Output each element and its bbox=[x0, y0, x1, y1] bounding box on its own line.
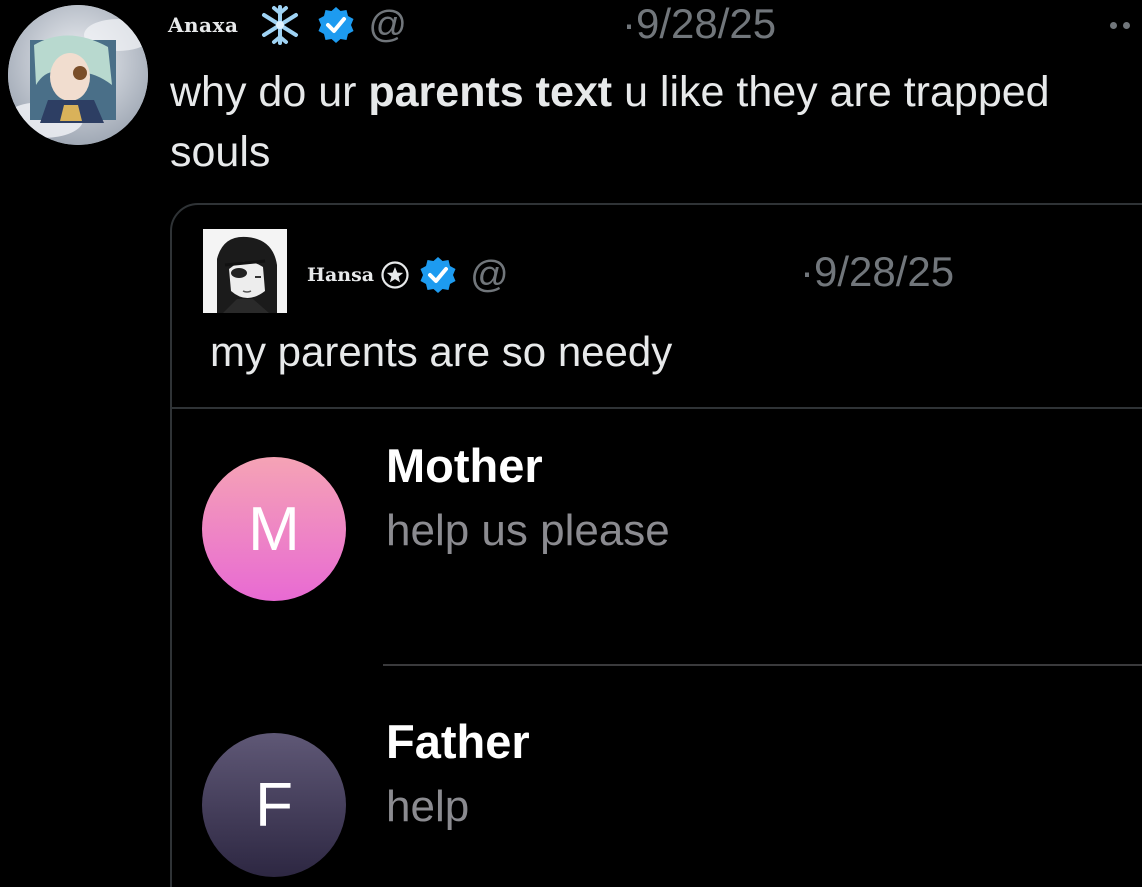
tweet-header: Anaxa @ bbox=[168, 4, 407, 46]
author-display-name[interactable]: Anaxa bbox=[168, 13, 238, 37]
quoted-author-handle[interactable]: @ bbox=[470, 254, 509, 297]
quote-tweet-timestamp[interactable]: ·9/28/25 bbox=[800, 248, 954, 296]
tweet-text-bold: parents text bbox=[368, 68, 613, 116]
author-handle[interactable]: @ bbox=[368, 4, 407, 47]
tweet-timestamp[interactable]: ·9/28/25 bbox=[622, 0, 776, 48]
quote-tweet-header: Hansa @ bbox=[307, 253, 509, 297]
verified-badge-icon bbox=[316, 5, 356, 45]
message-preview-father: help bbox=[386, 782, 470, 831]
tweet-text-part: why do ur bbox=[170, 68, 369, 116]
quoted-author-display-name[interactable]: Hansa bbox=[307, 264, 374, 286]
anime-character-avatar-image bbox=[8, 5, 148, 145]
more-options-icon[interactable] bbox=[1110, 22, 1130, 29]
quoted-author-avatar[interactable] bbox=[203, 229, 287, 313]
contact-avatar-mother: M bbox=[202, 457, 346, 601]
snowflake-icon bbox=[252, 4, 308, 46]
tweet-text: why do ur parents text u like they are t… bbox=[170, 62, 1135, 182]
message-list-separator bbox=[383, 664, 1142, 666]
avatar-initial: F bbox=[255, 770, 293, 840]
star-circle-icon bbox=[380, 260, 410, 290]
author-avatar[interactable] bbox=[8, 5, 148, 145]
screenshot: Anaxa @ ·9/28/25 why do ur parents text … bbox=[0, 0, 1142, 887]
quote-media-divider bbox=[172, 407, 1142, 409]
quote-tweet-text: my parents are so needy bbox=[210, 328, 673, 375]
contact-avatar-father: F bbox=[202, 733, 346, 877]
manga-character-avatar-image bbox=[203, 229, 287, 313]
verified-badge-icon bbox=[418, 255, 458, 295]
avatar-initial: M bbox=[248, 494, 300, 564]
contact-name-mother: Mother bbox=[386, 439, 543, 492]
message-preview-mother: help us please bbox=[386, 506, 670, 555]
contact-name-father: Father bbox=[386, 715, 530, 768]
